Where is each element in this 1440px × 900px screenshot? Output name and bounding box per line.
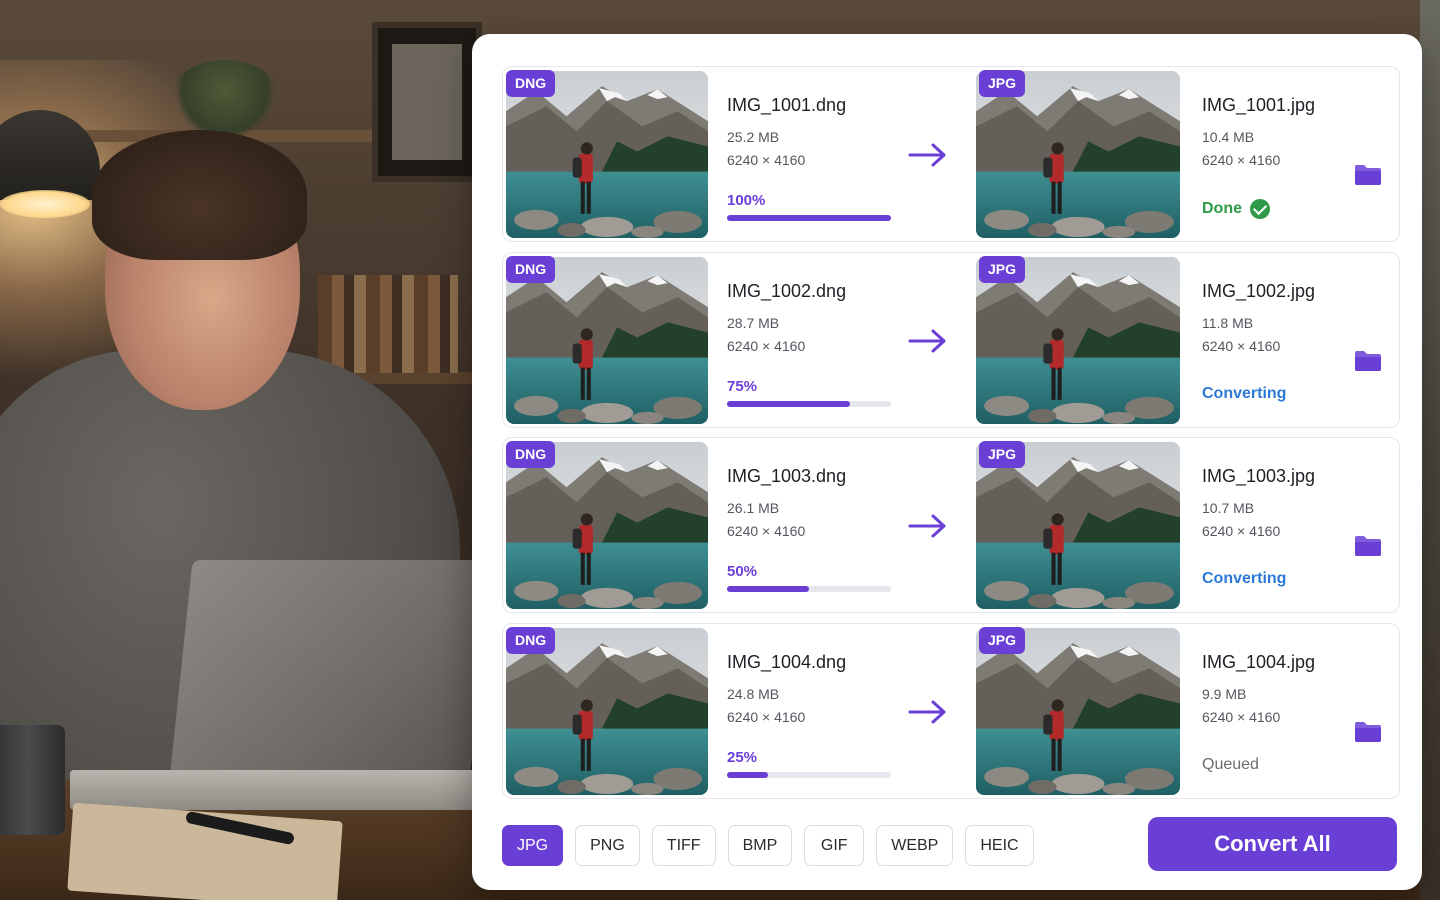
progress-bar xyxy=(727,586,891,592)
source-file-size: 28.7 MB xyxy=(727,315,780,331)
progress-bar-fill xyxy=(727,215,891,221)
laptop-base xyxy=(70,770,490,810)
plant xyxy=(170,60,280,135)
output-file-name: IMG_1002.jpg xyxy=(1202,281,1316,301)
source-file-size: 25.2 MB xyxy=(727,129,780,145)
books xyxy=(318,275,458,373)
folder-icon[interactable] xyxy=(1353,163,1383,187)
arrow-right-icon xyxy=(907,698,949,726)
source-dimensions: 6240 × 4160 xyxy=(727,709,806,725)
output-format-badge: JPG xyxy=(979,627,1026,654)
source-file-name: IMG_1001.dng xyxy=(727,95,847,115)
source-format-badge: DNG xyxy=(506,256,556,283)
output-file-name: IMG_1004.jpg xyxy=(1202,652,1316,672)
file-row: DNG IMG_1002.dng 28.7 MB 6240 × 4160 75%… xyxy=(502,252,1400,428)
progress-percent: 25% xyxy=(727,749,758,766)
file-row: DNG IMG_1004.dng 24.8 MB 6240 × 4160 25%… xyxy=(502,623,1400,799)
source-file-size: 26.1 MB xyxy=(727,500,780,516)
output-format-badge: JPG xyxy=(979,256,1026,283)
conversion-status: Done xyxy=(1202,199,1270,219)
background-edge xyxy=(1420,0,1440,900)
output-file-size: 10.7 MB xyxy=(1202,500,1255,516)
format-option-gif[interactable]: GIF xyxy=(804,825,865,866)
progress-percent: 75% xyxy=(727,378,758,395)
source-dimensions: 6240 × 4160 xyxy=(727,338,806,354)
source-file-name: IMG_1002.dng xyxy=(727,281,847,301)
source-format-badge: DNG xyxy=(506,441,556,468)
source-file-size: 24.8 MB xyxy=(727,686,780,702)
source-format-badge: DNG xyxy=(506,70,556,97)
folder-icon[interactable] xyxy=(1353,349,1383,373)
source-dimensions: 6240 × 4160 xyxy=(727,152,806,168)
format-option-bmp[interactable]: BMP xyxy=(727,825,793,866)
progress-bar-fill xyxy=(727,401,850,407)
format-option-heic[interactable]: HEIC xyxy=(965,825,1034,866)
status-label: Converting xyxy=(1202,385,1287,402)
format-option-webp[interactable]: WEBP xyxy=(876,825,954,866)
source-format-badge: DNG xyxy=(506,627,556,654)
source-file-name: IMG_1004.dng xyxy=(727,652,847,672)
output-file-name: IMG_1003.jpg xyxy=(1202,466,1316,486)
conversion-status: Converting xyxy=(1202,570,1286,588)
output-dimensions: 6240 × 4160 xyxy=(1202,709,1281,725)
arrow-right-icon xyxy=(907,512,949,540)
output-file-size: 11.8 MB xyxy=(1202,315,1254,331)
output-dimensions: 6240 × 4160 xyxy=(1202,523,1281,539)
status-label: Converting xyxy=(1202,570,1287,587)
file-row: DNG IMG_1001.dng 25.2 MB 6240 × 4160 100… xyxy=(502,66,1400,242)
output-dimensions: 6240 × 4160 xyxy=(1202,152,1281,168)
arrow-right-icon xyxy=(907,327,949,355)
progress-bar-fill xyxy=(727,772,768,778)
laptop xyxy=(167,560,493,800)
conversion-status: Queued xyxy=(1202,756,1259,774)
format-selector: JPG PNG TIFF BMP GIF WEBP HEIC xyxy=(502,825,1034,866)
folder-icon[interactable] xyxy=(1353,534,1383,558)
output-file-size: 9.9 MB xyxy=(1202,686,1247,702)
progress-bar xyxy=(727,401,891,407)
output-format-badge: JPG xyxy=(979,70,1026,97)
conversion-status: Converting xyxy=(1202,385,1286,403)
progress-percent: 50% xyxy=(727,563,758,580)
folder-icon[interactable] xyxy=(1353,720,1383,744)
output-file-size: 10.4 MB xyxy=(1202,129,1255,145)
source-file-name: IMG_1003.dng xyxy=(727,466,847,486)
check-circle-icon xyxy=(1250,199,1270,219)
mug xyxy=(0,725,65,835)
person-hair xyxy=(92,130,307,260)
picture-frame xyxy=(372,22,482,182)
output-dimensions: 6240 × 4160 xyxy=(1202,338,1281,354)
progress-percent: 100% xyxy=(727,192,766,209)
format-option-png[interactable]: PNG xyxy=(575,825,640,866)
source-dimensions: 6240 × 4160 xyxy=(727,523,806,539)
progress-bar xyxy=(727,215,891,221)
convert-all-button[interactable]: Convert All xyxy=(1148,817,1397,871)
status-label: Queued xyxy=(1202,756,1259,773)
format-option-jpg[interactable]: JPG xyxy=(502,825,564,866)
output-file-name: IMG_1001.jpg xyxy=(1202,95,1316,115)
file-row: DNG IMG_1003.dng 26.1 MB 6240 × 4160 50%… xyxy=(502,437,1400,613)
progress-bar-fill xyxy=(727,586,809,592)
output-format-badge: JPG xyxy=(979,441,1026,468)
arrow-right-icon xyxy=(907,141,949,169)
converter-panel: DNG IMG_1001.dng 25.2 MB 6240 × 4160 100… xyxy=(472,34,1422,890)
lamp-bulb xyxy=(0,190,90,218)
format-option-tiff[interactable]: TIFF xyxy=(651,825,716,866)
progress-bar xyxy=(727,772,891,778)
status-label: Done xyxy=(1202,200,1242,217)
